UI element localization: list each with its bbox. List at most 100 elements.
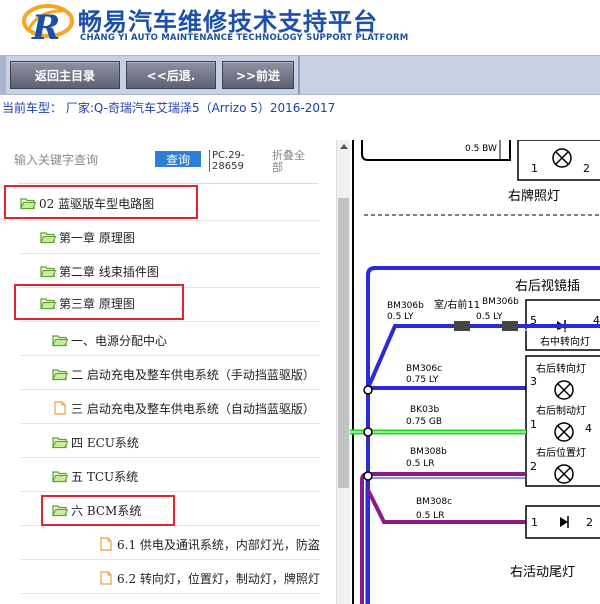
pin-label: 1	[531, 516, 538, 529]
wire-label-top: 0.5 BW	[465, 144, 497, 154]
wire-spec: 0.75 LY	[406, 375, 439, 385]
current-vehicle: 当前车型： 厂家:Q-奇瑞汽车艾瑞泽5（Arrizo 5）2016-2017	[2, 101, 336, 115]
tree-divider	[20, 355, 320, 356]
scroll-thumb[interactable]	[338, 198, 349, 488]
tree-item-label: 第一章 原理图	[59, 230, 135, 245]
forward-button[interactable]: >>前进	[222, 61, 294, 89]
rear-lamp-box	[525, 355, 600, 487]
tree-item[interactable]: 五 TCU系统	[52, 461, 322, 491]
tree-item[interactable]: 一、电源分配中心	[52, 325, 322, 355]
page-subtitle: CHANG YI AUTO MAINTENANCE TECHNOLOGY SUP…	[80, 33, 409, 43]
folder-open-icon	[40, 266, 56, 278]
wire-spec: 0.5 LY	[476, 312, 503, 322]
plate-lamp-label: 右牌照灯	[508, 188, 560, 204]
wire-spec: 0.5 LY	[387, 312, 414, 322]
wiring-diagram-svg: 0.5 BW 1 2 右牌照灯 右后视镜插 5 4 右中转向灯 BM306b 0…	[350, 140, 600, 604]
room-label: 室/右前11	[434, 298, 480, 311]
rear-position-label: 右后位置灯	[536, 446, 586, 459]
document-icon	[100, 571, 112, 585]
wire-code: BM306c	[406, 364, 442, 374]
connector-icon	[502, 321, 518, 331]
tree-item[interactable]: 第一章 原理图	[40, 222, 190, 252]
toolbar: 返回主目录 <<后退. >>前进	[0, 55, 600, 95]
folder-open-icon	[52, 369, 68, 381]
tree-item-label: 6.1 供电及通讯系统，内部灯光，防盗	[117, 537, 320, 552]
tree-item-label: 五 TCU系统	[71, 469, 139, 484]
wire-code: BM306b	[387, 301, 424, 311]
splice-icon	[363, 427, 373, 437]
wire-code: BK03b	[410, 405, 440, 415]
tree-divider	[20, 559, 320, 560]
scroll-up-arrow-icon[interactable]	[340, 144, 348, 149]
folder-open-icon	[40, 232, 56, 244]
search-input[interactable]	[14, 148, 152, 172]
page-title: 畅易汽车维修技术支持平台	[78, 8, 378, 36]
tree-item-label: 第二章 线束插件图	[59, 264, 159, 279]
wire-code: BM308b	[410, 447, 447, 457]
tree-divider	[20, 389, 320, 390]
pin-label: 2	[530, 460, 537, 473]
tree-item[interactable]: 6.1 供电及通讯系统，内部灯光，防盗	[98, 529, 336, 559]
wire-code: BM308c	[416, 497, 452, 507]
search-bar: 查询 PC.29-28659 折叠全部	[0, 140, 336, 180]
tree-divider	[20, 491, 320, 492]
wire-spec: 0.75 GB	[406, 417, 442, 427]
splice-icon	[363, 385, 373, 395]
pin-label: 3	[530, 375, 537, 388]
tree-item[interactable]: 6.2 转向灯，位置灯，制动灯，牌照灯	[98, 563, 336, 593]
folder-open-icon	[52, 471, 68, 483]
center-turn-label: 右中转向灯	[540, 335, 590, 348]
tail-lamp-label: 右活动尾灯	[510, 565, 575, 580]
pin-label: 1	[531, 162, 538, 175]
highlight-box-chapter3	[14, 284, 184, 320]
lamp-cross	[555, 151, 569, 165]
tree-item-label: 6.2 转向灯，位置灯，制动灯，牌照灯	[117, 571, 320, 586]
tree-item-label: 四 ECU系统	[71, 435, 139, 450]
rear-turn-label: 右后转向灯	[536, 362, 586, 375]
tree-item[interactable]: 二 启动充电及整车供电系统（手动挡蓝驱版）	[52, 359, 337, 389]
search-divider	[18, 183, 318, 184]
home-button[interactable]: 返回主目录	[10, 61, 120, 89]
highlight-box-root	[4, 185, 198, 219]
wiring-diagram: 0.5 BW 1 2 右牌照灯 右后视镜插 5 4 右中转向灯 BM306b 0…	[350, 140, 600, 604]
toolbar-divider	[298, 56, 300, 94]
toolbar-edge	[0, 56, 6, 94]
tree-divider	[20, 593, 320, 594]
logo-letter: R	[31, 8, 60, 45]
folder-open-icon	[52, 437, 68, 449]
wire-spec: 0.5 LR	[406, 459, 434, 469]
tree-divider	[20, 220, 320, 221]
tree-divider	[20, 423, 320, 424]
code-label: PC.29-28659	[209, 150, 259, 172]
pin-label: 2	[586, 516, 593, 529]
splice-icon	[363, 471, 373, 481]
wire-code: BM306b	[482, 297, 519, 307]
wire-spec: 0.5 LR	[416, 511, 444, 521]
pin-label: 1	[530, 418, 537, 431]
pin-label: 2	[583, 162, 590, 175]
query-button[interactable]: 查询	[155, 151, 201, 167]
tree-divider	[20, 457, 320, 458]
app-header: R 畅易汽车维修技术支持平台 CHANG YI AUTO MAINTENANCE…	[0, 0, 600, 55]
highlight-box-bcm	[41, 495, 175, 526]
tree-scrollbar[interactable]	[336, 140, 350, 604]
document-icon	[54, 401, 66, 415]
mirror-title: 右后视镜插	[515, 279, 580, 294]
back-button[interactable]: <<后退.	[126, 61, 216, 89]
tree-panel: 查询 PC.29-28659 折叠全部 02 蓝驱版车型电路图第一章 原理图第二…	[0, 140, 336, 604]
purple-wire-bm308b	[360, 472, 526, 604]
connector-icon	[454, 321, 470, 331]
tree-item[interactable]: 四 ECU系统	[52, 427, 322, 457]
tree-divider	[20, 321, 320, 322]
logo-icon: R	[22, 4, 74, 45]
fold-all-link[interactable]: 折叠全部	[272, 150, 312, 174]
tree-item-label: 一、电源分配中心	[71, 333, 168, 348]
tree-divider	[20, 253, 320, 254]
tree-item[interactable]: 第二章 线束插件图	[40, 256, 190, 286]
tree-item[interactable]: 三 启动充电及整车供电系统（自动挡蓝驱版）	[52, 393, 337, 423]
tree-item-label: 三 启动充电及整车供电系统（自动挡蓝驱版）	[71, 401, 315, 416]
rear-brake-label: 右后制动灯	[536, 404, 586, 417]
document-icon	[100, 537, 112, 551]
pin-label: 4	[585, 422, 592, 435]
tree-item-label: 二 启动充电及整车供电系统（手动挡蓝驱版）	[71, 367, 315, 382]
